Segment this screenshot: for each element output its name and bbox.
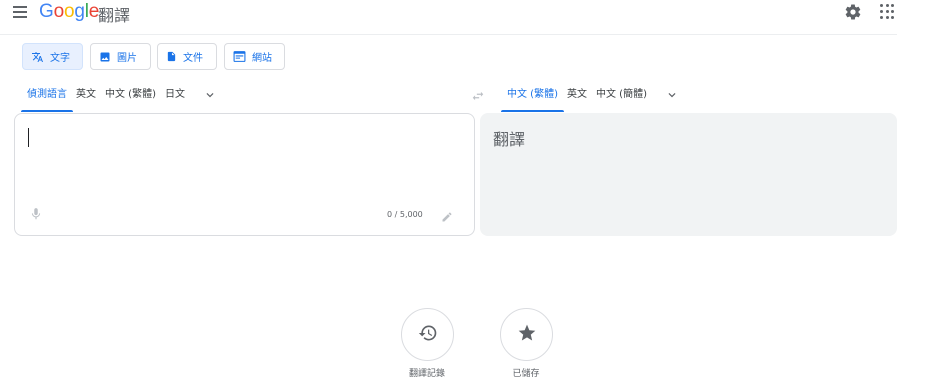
source-lang-english[interactable]: 英文 <box>73 88 99 112</box>
target-lang-chinese-simplified[interactable]: 中文 (簡體) <box>593 88 650 112</box>
history-button[interactable] <box>401 308 454 361</box>
tab-website-label: 網站 <box>252 53 272 64</box>
app-header: Google 翻譯 <box>0 0 939 30</box>
translate-icon <box>31 51 44 63</box>
source-lang-japanese[interactable]: 日文 <box>162 88 188 112</box>
source-lang-chinese-traditional[interactable]: 中文 (繁體) <box>102 88 159 112</box>
saved-button[interactable] <box>500 308 553 361</box>
tab-document-label: 文件 <box>183 53 203 64</box>
character-count: 0 / 5,000 <box>387 210 423 219</box>
website-icon <box>233 51 246 62</box>
target-text-panel: 翻譯 <box>480 113 897 236</box>
apps-grid-icon[interactable] <box>880 4 896 20</box>
target-lang-english[interactable]: 英文 <box>564 88 590 112</box>
chevron-down-icon[interactable] <box>203 88 217 102</box>
target-lang-chinese-traditional[interactable]: 中文 (繁體) <box>501 88 564 112</box>
header-divider <box>0 34 897 35</box>
swap-languages-icon[interactable] <box>471 88 485 102</box>
text-cursor <box>28 128 29 147</box>
chevron-down-icon[interactable] <box>665 88 679 102</box>
microphone-icon[interactable] <box>29 205 43 223</box>
gear-icon[interactable] <box>844 3 862 21</box>
source-text-panel[interactable]: 0 / 5,000 <box>14 113 475 236</box>
document-icon <box>166 50 177 63</box>
tab-text-label: 文字 <box>50 53 70 64</box>
target-language-bar: 中文 (繁體) 英文 中文 (簡體) <box>501 88 679 112</box>
history-icon <box>418 323 438 347</box>
tab-document[interactable]: 文件 <box>157 43 217 70</box>
source-language-bar: 偵測語言 英文 中文 (繁體) 日文 <box>21 88 217 112</box>
google-logo[interactable]: Google <box>39 1 99 23</box>
tab-image-label: 圖片 <box>117 53 137 64</box>
hamburger-menu-icon[interactable] <box>13 6 27 20</box>
translation-placeholder: 翻譯 <box>493 130 526 149</box>
saved-label: 已儲存 <box>512 369 540 379</box>
pencil-icon[interactable] <box>441 208 453 222</box>
source-lang-detect[interactable]: 偵測語言 <box>21 88 73 112</box>
star-icon <box>517 323 537 347</box>
product-name: 翻譯 <box>98 6 131 25</box>
tab-website[interactable]: 網站 <box>224 43 285 70</box>
tab-text[interactable]: 文字 <box>22 43 83 70</box>
history-label: 翻譯記錄 <box>408 369 445 379</box>
image-icon <box>99 51 111 63</box>
tab-image[interactable]: 圖片 <box>90 43 151 70</box>
